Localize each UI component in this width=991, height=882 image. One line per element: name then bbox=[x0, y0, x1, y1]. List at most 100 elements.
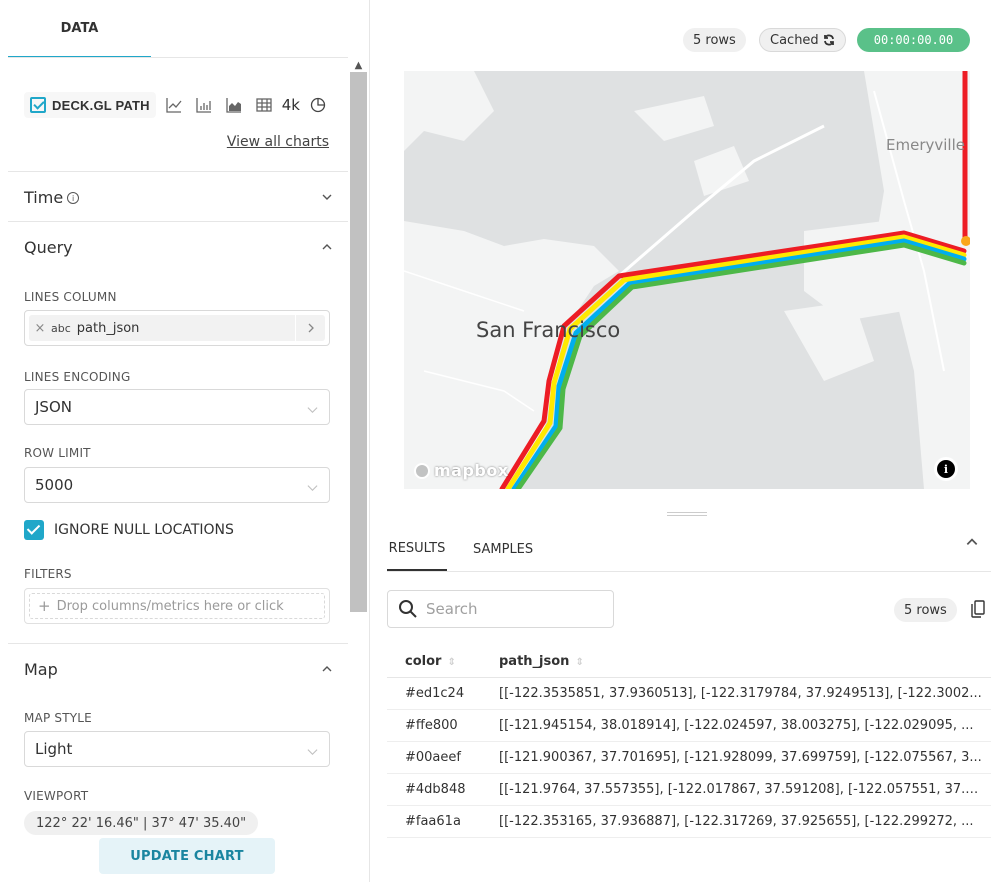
cell-path-json: [[-122.3535851, 37.9360513], [-122.31797… bbox=[499, 686, 982, 701]
map-style-value: Light bbox=[35, 740, 73, 758]
area-chart-icon[interactable] bbox=[222, 95, 246, 115]
filters-label: FILTERS bbox=[24, 567, 72, 581]
info-icon: i bbox=[937, 460, 955, 478]
column-type-label: abc bbox=[51, 321, 71, 335]
row-limit-select[interactable]: 5000 bbox=[24, 467, 330, 503]
cached-badge[interactable]: Cached bbox=[759, 28, 846, 52]
section-time-header[interactable]: Time i bbox=[24, 172, 334, 222]
search-icon bbox=[399, 600, 417, 618]
table-row[interactable]: #ffe800 [[-121.945154, 38.018914], [-122… bbox=[387, 710, 991, 742]
viewport-value[interactable]: 122° 22' 16.46" | 37° 47' 35.40" bbox=[24, 811, 259, 835]
section-query-title: Query bbox=[24, 237, 73, 257]
cell-color: #faa61a bbox=[405, 814, 461, 829]
table-row[interactable]: #faa61a [[-122.353165, 37.936887], [-122… bbox=[387, 806, 991, 838]
column-name: path_json bbox=[76, 320, 140, 336]
cell-path-json: [[-121.945154, 38.018914], [-122.024597,… bbox=[499, 718, 974, 733]
checkbox-icon bbox=[30, 97, 46, 113]
map-canvas[interactable]: San Francisco Emeryville mapbox i bbox=[404, 71, 970, 489]
map-basemap bbox=[404, 71, 970, 489]
cell-color: #ffe800 bbox=[405, 718, 458, 733]
chevron-up-icon bbox=[320, 662, 334, 676]
update-chart-button[interactable]: UPDATE CHART bbox=[99, 838, 275, 874]
lines-column-field[interactable]: × abc path_json bbox=[24, 310, 330, 346]
ignore-null-label: IGNORE NULL LOCATIONS bbox=[54, 522, 234, 538]
cell-path-json: [[-121.9764, 37.557355], [-122.017867, 3… bbox=[499, 782, 986, 797]
cell-color: #00aeef bbox=[405, 750, 461, 765]
map-style-label: MAP STYLE bbox=[24, 711, 92, 725]
tab-samples[interactable]: SAMPLES bbox=[473, 527, 533, 571]
timer-badge: 00:00:00.00 bbox=[857, 28, 970, 52]
section-map-header[interactable]: Map bbox=[24, 644, 334, 694]
copy-icon[interactable] bbox=[971, 600, 985, 618]
table-header: color ⇕ path_json ⇕ bbox=[387, 646, 991, 678]
chevron-down-icon bbox=[307, 401, 318, 414]
cell-color: #ed1c24 bbox=[405, 686, 465, 701]
map-label-san-francisco: San Francisco bbox=[476, 318, 621, 342]
tab-data[interactable]: DATA bbox=[8, 0, 151, 58]
filters-dropzone[interactable]: + Drop columns/metrics here or click bbox=[24, 588, 330, 624]
column-header-color[interactable]: color ⇕ bbox=[387, 654, 499, 669]
map-info-button[interactable]: i bbox=[934, 457, 958, 481]
viz-type-row: DECK.GL PATH 4k bbox=[24, 92, 350, 118]
lines-encoding-value: JSON bbox=[35, 398, 72, 416]
chevron-up-icon bbox=[320, 240, 334, 254]
search-field[interactable] bbox=[387, 590, 614, 628]
remove-icon[interactable]: × bbox=[29, 321, 51, 336]
sort-icon[interactable]: ⇕ bbox=[575, 657, 583, 668]
filters-placeholder: Drop columns/metrics here or click bbox=[56, 598, 284, 614]
table-row[interactable]: #ed1c24 [[-122.3535851, 37.9360513], [-1… bbox=[387, 678, 991, 710]
table-row[interactable]: #00aeef [[-121.900367, 37.701695], [-121… bbox=[387, 742, 991, 774]
results-row-count-badge: 5 rows bbox=[894, 598, 957, 622]
row-limit-value: 5000 bbox=[35, 476, 74, 494]
bar-chart-icon[interactable] bbox=[192, 95, 216, 115]
section-query-header[interactable]: Query bbox=[24, 222, 334, 272]
cell-color: #4db848 bbox=[405, 782, 466, 797]
view-all-charts-link[interactable]: View all charts bbox=[227, 134, 329, 150]
viz-type-selected[interactable]: DECK.GL PATH bbox=[24, 92, 156, 118]
pie-chart-icon[interactable] bbox=[306, 95, 330, 115]
mapbox-logo-icon bbox=[414, 462, 430, 479]
tabs-divider bbox=[387, 571, 991, 572]
lines-column-chip[interactable]: × abc path_json bbox=[29, 315, 325, 341]
search-input[interactable] bbox=[426, 600, 596, 618]
chevron-right-icon[interactable] bbox=[295, 315, 325, 341]
scroll-up-arrow-icon[interactable]: ▲ bbox=[350, 58, 367, 72]
viewport-label: VIEWPORT bbox=[24, 789, 89, 803]
mapbox-attribution: mapbox bbox=[434, 461, 509, 480]
mapbox-logo[interactable]: mapbox bbox=[414, 461, 509, 480]
table-icon[interactable] bbox=[252, 95, 276, 115]
chevron-up-icon[interactable] bbox=[965, 535, 979, 549]
tab-results[interactable]: RESULTS bbox=[387, 527, 447, 571]
section-map-title: Map bbox=[24, 659, 58, 679]
filters-dropzone-inner[interactable]: + Drop columns/metrics here or click bbox=[29, 593, 325, 619]
big-number-viz-option[interactable]: 4k bbox=[282, 96, 300, 114]
sort-icon[interactable]: ⇕ bbox=[447, 657, 455, 668]
viz-type-label: DECK.GL PATH bbox=[52, 97, 150, 113]
row-limit-label: ROW LIMIT bbox=[24, 446, 91, 460]
cell-path-json: [[-122.353165, 37.936887], [-122.317269,… bbox=[499, 814, 974, 829]
line-chart-icon[interactable] bbox=[162, 95, 186, 115]
resize-handle[interactable] bbox=[667, 512, 707, 516]
scrollbar-thumb[interactable] bbox=[350, 72, 367, 612]
map-label-emeryville: Emeryville bbox=[886, 136, 965, 154]
table-row[interactable]: #4db848 [[-121.9764, 37.557355], [-122.0… bbox=[387, 774, 991, 806]
checkbox-checked[interactable] bbox=[24, 520, 44, 540]
column-header-path-json[interactable]: path_json ⇕ bbox=[499, 654, 991, 669]
refresh-icon[interactable] bbox=[823, 34, 835, 46]
results-table: color ⇕ path_json ⇕ #ed1c24 [[-122.3535851… bbox=[387, 646, 991, 838]
control-panel: DATA ▲ DECK.GL PATH 4k View all charts T… bbox=[0, 0, 370, 882]
lines-encoding-select[interactable]: JSON bbox=[24, 389, 330, 425]
cell-path-json: [[-121.900367, 37.701695], [-121.928099,… bbox=[499, 750, 982, 765]
cached-label: Cached bbox=[770, 32, 819, 48]
ignore-null-checkbox-row[interactable]: IGNORE NULL LOCATIONS bbox=[24, 520, 234, 540]
plus-icon: + bbox=[38, 597, 51, 615]
chevron-down-icon bbox=[320, 190, 334, 204]
lines-encoding-label: LINES ENCODING bbox=[24, 370, 131, 384]
section-time-title: Time bbox=[24, 187, 64, 207]
info-icon[interactable]: i bbox=[67, 192, 80, 204]
map-style-select[interactable]: Light bbox=[24, 731, 330, 767]
chevron-down-icon bbox=[307, 743, 318, 756]
chart-container: 5 rows Cached 00:00:00.00 San Francisco … bbox=[371, 0, 991, 882]
row-count-badge: 5 rows bbox=[683, 28, 746, 52]
chevron-down-icon bbox=[307, 479, 318, 492]
